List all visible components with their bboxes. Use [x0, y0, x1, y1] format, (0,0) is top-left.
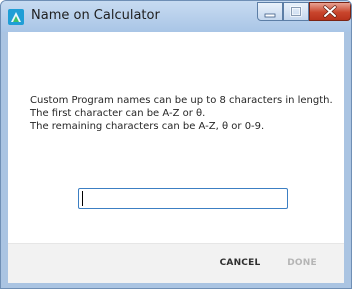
title-bar[interactable]: Name on Calculator	[1, 1, 351, 32]
close-button[interactable]	[309, 2, 351, 21]
dialog-window: Name on Calculator Custom Program names …	[0, 0, 352, 289]
text-cursor	[82, 191, 83, 206]
minimize-icon	[264, 13, 276, 18]
done-button[interactable]: DONE	[282, 253, 322, 273]
cancel-button[interactable]: CANCEL	[218, 253, 262, 273]
window-title: Name on Calculator	[31, 8, 160, 23]
calculator-program-icon	[8, 9, 24, 25]
info-line-length: Custom Program names can be up to 8 char…	[30, 95, 333, 106]
close-icon	[323, 5, 337, 18]
info-line-first-char: The first character can be A-Z or θ.	[30, 108, 206, 119]
maximize-button[interactable]	[283, 2, 309, 21]
minimize-button[interactable]	[257, 2, 283, 21]
info-line-remaining-chars: The remaining characters can be A-Z, θ o…	[30, 121, 265, 132]
dialog-content: Custom Program names can be up to 8 char…	[8, 32, 344, 283]
program-name-input[interactable]	[78, 188, 288, 209]
dialog-footer: CANCEL DONE	[8, 243, 344, 283]
maximize-icon	[290, 6, 302, 17]
